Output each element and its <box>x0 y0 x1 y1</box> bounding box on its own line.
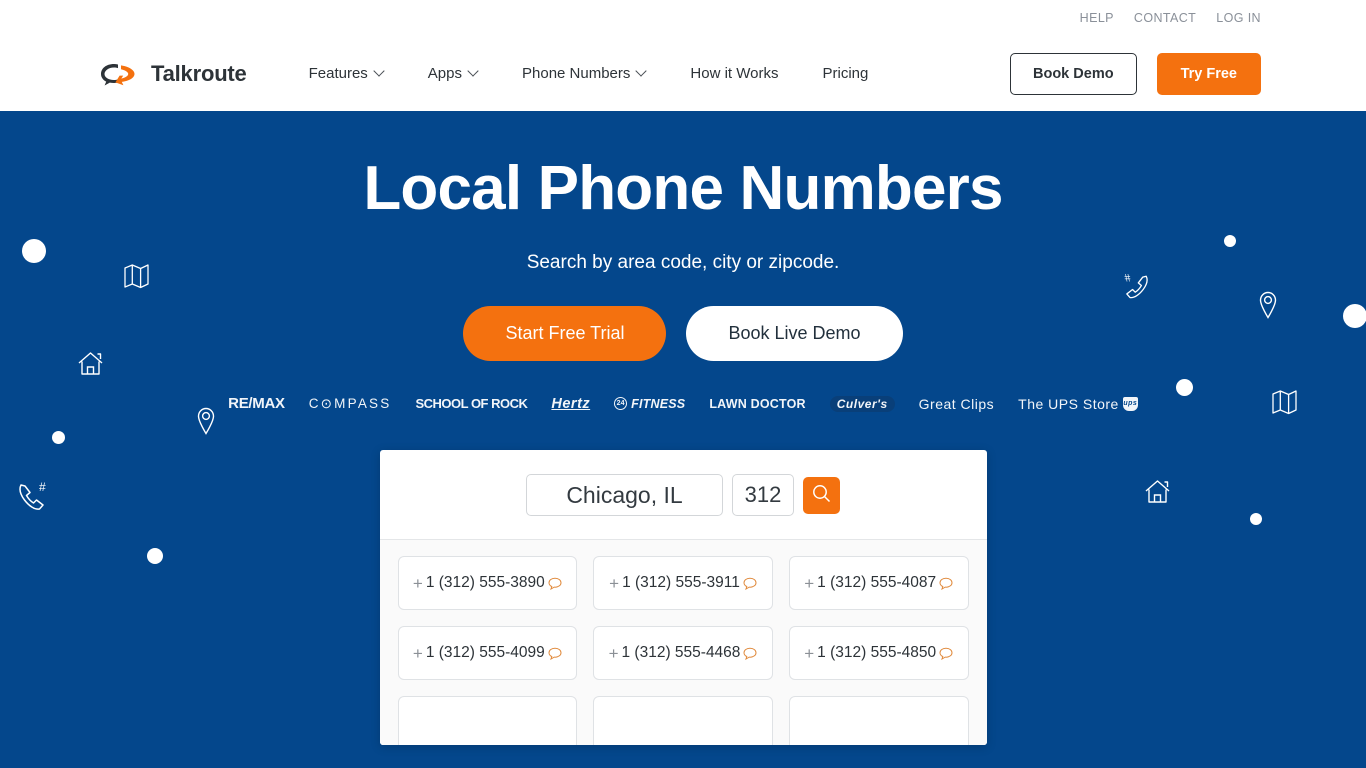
nav-item-pricing-label: Pricing <box>822 65 869 82</box>
search-button[interactable] <box>803 476 840 514</box>
plus-icon: + <box>608 643 619 663</box>
logo-great-clips: Great Clips <box>918 395 995 412</box>
talkroute-logo-icon <box>98 61 142 87</box>
phone-number-card[interactable]: + 1 (312) 555-4850 <box>788 626 969 680</box>
nav-item-phone-numbers-label: Phone Numbers <box>522 65 631 82</box>
utility-link-contact[interactable]: CONTACT <box>1134 11 1196 25</box>
chevron-down-icon <box>375 67 384 76</box>
brand-name: Talkroute <box>151 60 247 86</box>
chat-bubble-icon[interactable] <box>743 647 757 660</box>
nav-item-how-it-works[interactable]: How it Works <box>668 65 800 82</box>
number-search-panel: + 1 (312) 555-3890 + 1 (312) 555-3911 <box>379 450 987 745</box>
nav-links: Features Apps Phone Numbers How it Works… <box>287 65 891 82</box>
phone-number-label: 1 (312) 555-4850 <box>817 644 937 661</box>
book-demo-button[interactable]: Book Demo <box>1010 52 1137 95</box>
utility-link-login[interactable]: LOG IN <box>1216 11 1261 25</box>
hero-cta-group: Start Free Trial Book Live Demo <box>463 306 903 361</box>
chat-bubble-icon[interactable] <box>743 577 757 590</box>
try-free-button[interactable]: Try Free <box>1156 52 1261 95</box>
customer-logo-strip: RE/MAX C⊙MPASS SCHOOL OF ROCK Hertz 24 FI… <box>228 395 1138 412</box>
chevron-down-icon <box>637 67 646 76</box>
hero-content: Local Phone Numbers Search by area code,… <box>0 111 1366 745</box>
logo-ups-store: The UPS Store ups <box>1018 396 1138 412</box>
logo-culvers: Culver's <box>829 395 895 412</box>
chat-bubble-icon[interactable] <box>548 577 562 590</box>
phone-number-label: 1 (312) 555-4087 <box>817 574 937 591</box>
chat-bubble-icon[interactable] <box>939 647 953 660</box>
chevron-down-icon <box>469 67 478 76</box>
plus-icon: + <box>412 573 423 593</box>
chat-bubble-icon[interactable] <box>939 577 953 590</box>
brand-logo[interactable]: Talkroute <box>98 61 247 87</box>
utility-link-help[interactable]: HELP <box>1080 11 1114 25</box>
utility-nav: HELP CONTACT LOG IN <box>0 0 1366 36</box>
phone-number-results-grid: + 1 (312) 555-3890 + 1 (312) 555-3911 + … <box>397 556 969 745</box>
phone-number-card[interactable]: + 1 (312) 555-3890 <box>397 556 578 610</box>
logo-ups-store-label: The UPS Store <box>1018 395 1119 412</box>
fitness-24-badge-icon: 24 <box>614 397 628 410</box>
plus-icon: + <box>609 573 620 593</box>
page-title: Local Phone Numbers <box>363 154 1003 223</box>
nav-item-apps-label: Apps <box>427 65 462 82</box>
hero-subtitle: Search by area code, city or zipcode. <box>526 252 840 273</box>
nav-item-phone-numbers[interactable]: Phone Numbers <box>500 65 668 82</box>
search-icon <box>812 484 831 506</box>
plus-icon: + <box>412 643 423 663</box>
phone-number-label: 1 (312) 555-4468 <box>621 644 741 661</box>
nav-item-features-label: Features <box>308 65 368 82</box>
phone-number-card[interactable]: + 1 (312) 555-3911 <box>593 556 773 610</box>
hero-section: # # Local Phone Numbers Search by area c… <box>0 111 1366 768</box>
nav-actions: Book Demo Try Free <box>1010 52 1261 95</box>
phone-number-label: 1 (312) 555-4099 <box>425 644 545 661</box>
logo-school-of-rock: SCHOOL OF ROCK <box>415 396 528 411</box>
phone-number-label: 1 (312) 555-3911 <box>622 574 740 591</box>
search-row <box>380 450 987 539</box>
chat-bubble-icon[interactable] <box>548 647 562 660</box>
nav-item-apps[interactable]: Apps <box>406 65 500 82</box>
search-area-code-input[interactable] <box>732 474 794 516</box>
logo-24-fitness-label: FITNESS <box>631 396 686 411</box>
book-live-demo-button[interactable]: Book Live Demo <box>686 306 903 361</box>
phone-number-card[interactable]: + 1 (312) 555-4087 <box>788 556 969 610</box>
phone-number-card[interactable]: + 1 (312) 555-4468 <box>593 626 773 680</box>
plus-icon: + <box>804 643 815 663</box>
phone-number-card[interactable]: + 1 (312) 555-4099 <box>397 626 578 680</box>
phone-number-card[interactable] <box>397 696 578 745</box>
logo-hertz: Hertz <box>551 395 591 412</box>
phone-number-card[interactable] <box>593 696 773 745</box>
main-navigation: Talkroute Features Apps Phone Numbers Ho… <box>0 36 1366 111</box>
nav-item-pricing[interactable]: Pricing <box>800 65 890 82</box>
logo-lawn-doctor: LAWN DOCTOR <box>709 396 806 411</box>
nav-item-how-it-works-label: How it Works <box>690 65 779 82</box>
results-area: + 1 (312) 555-3890 + 1 (312) 555-3911 + … <box>379 539 987 745</box>
plus-icon: + <box>804 573 815 593</box>
logo-24-fitness: 24 FITNESS <box>614 397 685 411</box>
phone-number-label: 1 (312) 555-3890 <box>425 574 545 591</box>
phone-number-card[interactable] <box>788 696 969 745</box>
ups-shield-icon: ups <box>1122 396 1138 411</box>
logo-compass: C⊙MPASS <box>308 395 392 411</box>
logo-remax: RE/MAX <box>228 395 285 412</box>
nav-item-features[interactable]: Features <box>287 65 406 82</box>
search-city-input[interactable] <box>526 474 723 516</box>
start-free-trial-button[interactable]: Start Free Trial <box>463 306 667 361</box>
